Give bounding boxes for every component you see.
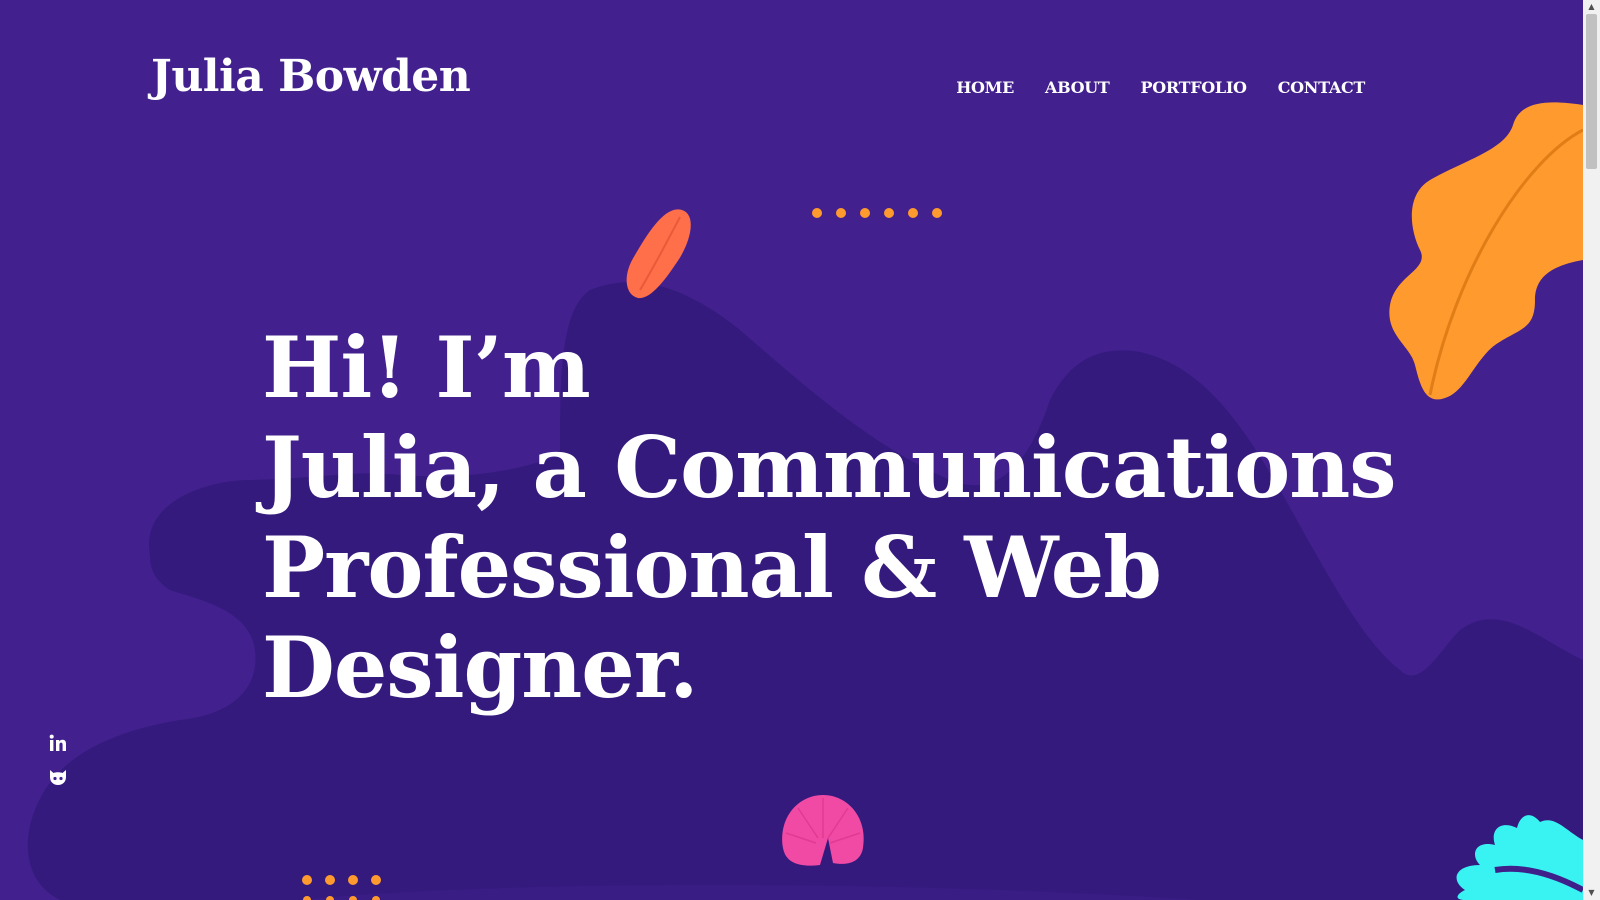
browser-page: Julia Bowden HOME ABOUT PORTFOLIO CONTAC… [0,0,1600,900]
main-navigation: HOME ABOUT PORTFOLIO CONTACT [956,78,1365,97]
coral-leaf-decoration [626,209,691,299]
hero-line-4: Designer. [262,618,699,717]
hero-line-2: Julia, a Communications [262,418,1397,517]
nav-home[interactable]: HOME [956,78,1014,97]
nav-contact[interactable]: CONTACT [1278,78,1366,97]
pink-shell-decoration [782,795,864,866]
github-icon[interactable] [48,767,68,787]
hero-heading: Hi! I’m Julia, a Communications Professi… [262,318,1397,718]
website-viewport: Julia Bowden HOME ABOUT PORTFOLIO CONTAC… [0,0,1583,900]
hero-line-3: Professional & Web [262,518,1162,617]
cyan-leaf-decoration [1456,815,1583,900]
site-logo[interactable]: Julia Bowden [151,55,471,99]
scroll-down-icon[interactable]: ▼ [1583,886,1600,900]
vertical-scrollbar[interactable]: ▲ ▼ [1583,0,1600,900]
orange-leaf-decoration [1389,102,1583,400]
hero-line-1: Hi! I’m [262,318,591,417]
orange-dots-top [812,208,942,218]
social-links [48,733,68,787]
linkedin-icon[interactable] [48,733,68,753]
scroll-up-icon[interactable]: ▲ [1583,0,1600,14]
nav-portfolio[interactable]: PORTFOLIO [1141,78,1247,97]
nav-about[interactable]: ABOUT [1045,78,1110,97]
scrollbar-thumb[interactable] [1586,14,1597,169]
orange-dots-bottom [302,875,381,900]
